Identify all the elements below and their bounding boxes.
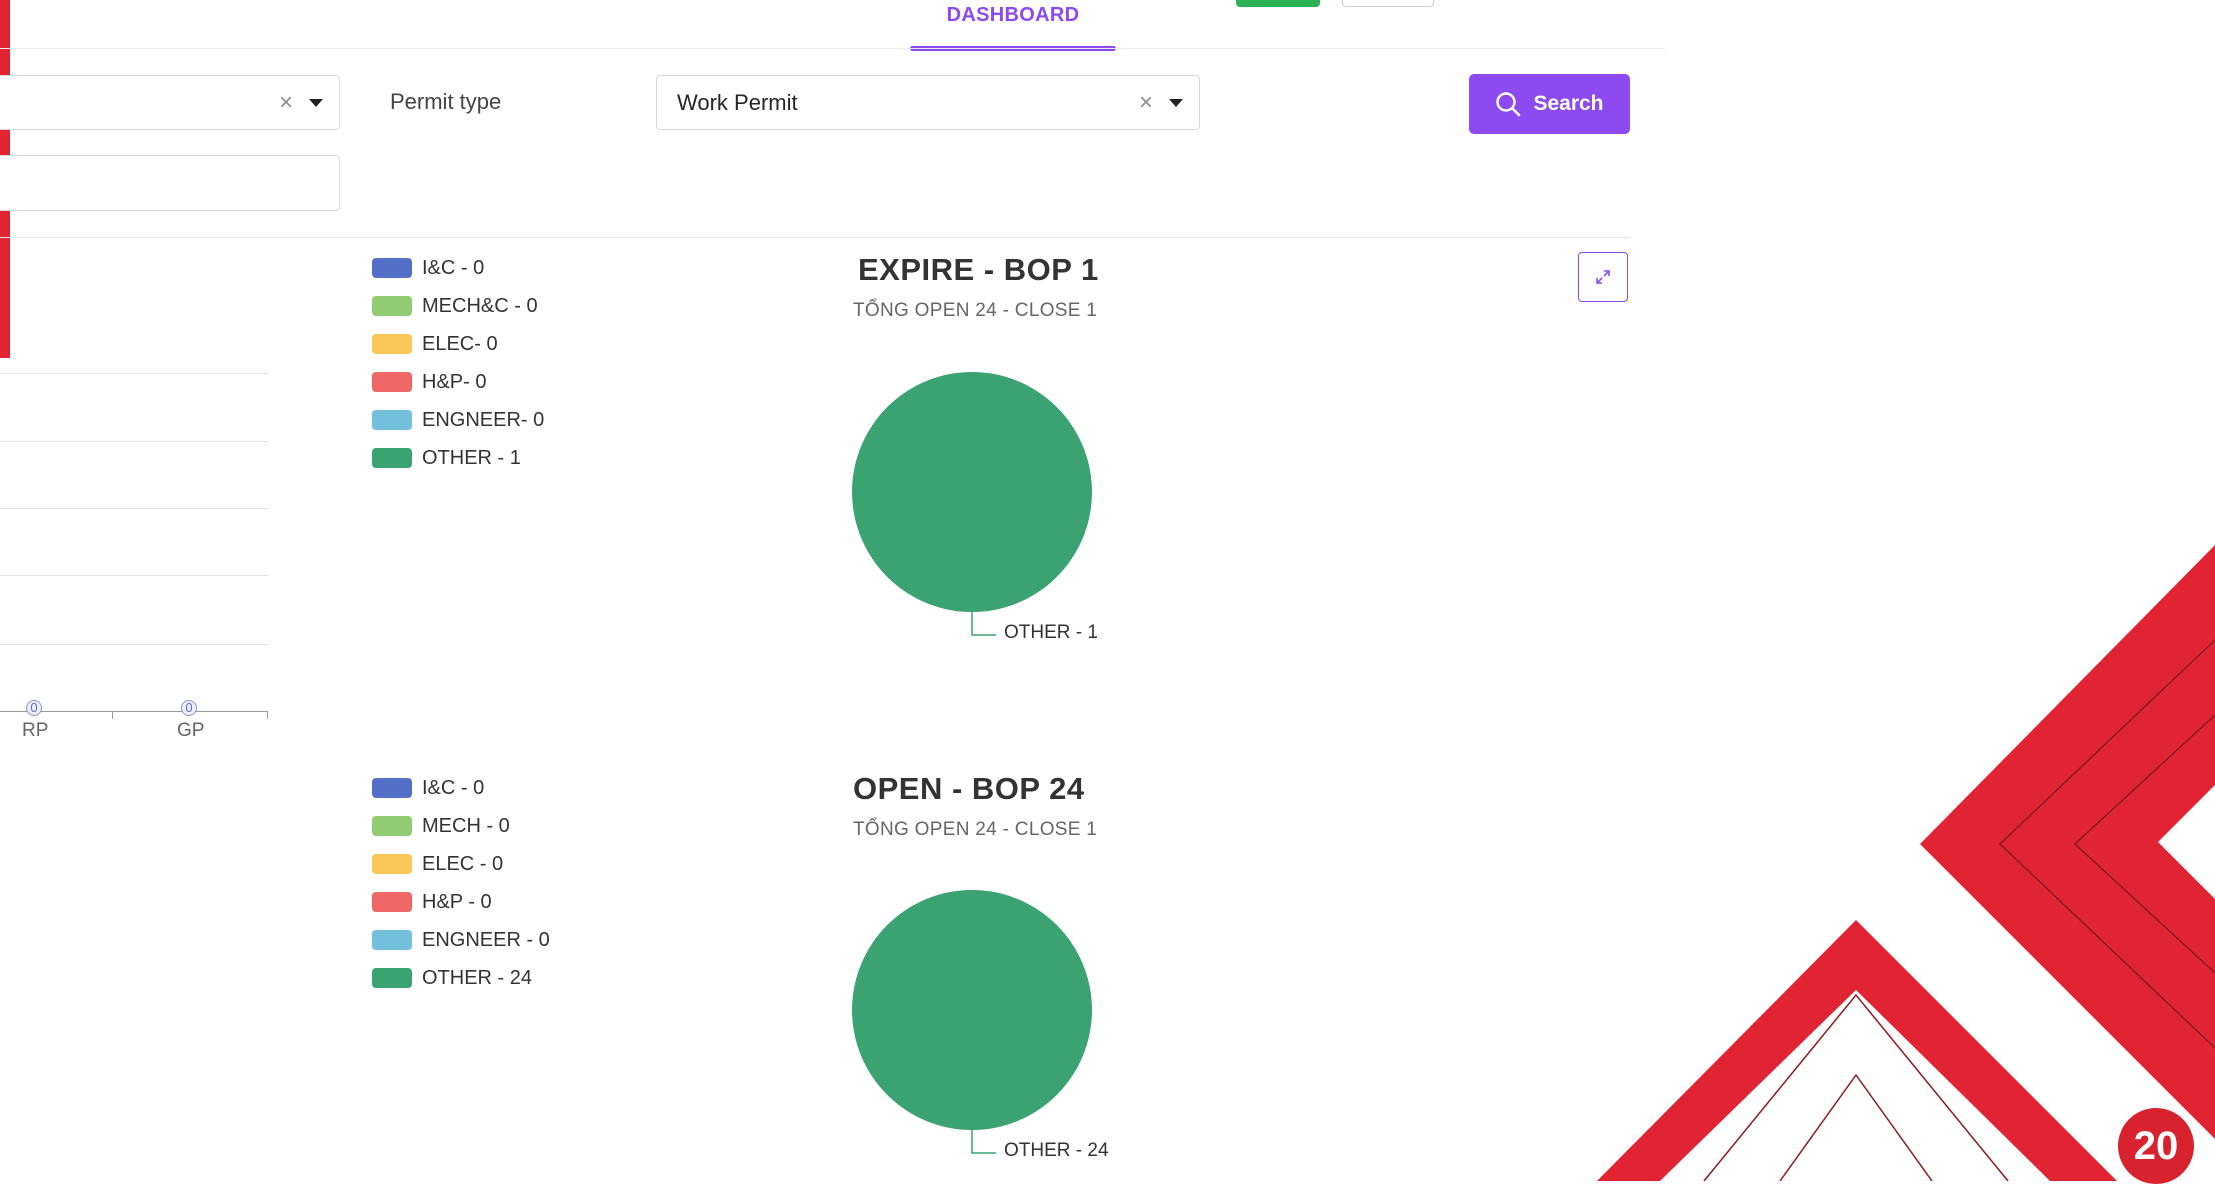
legend-label: I&C - 0	[422, 256, 485, 279]
legend-swatch	[372, 816, 412, 836]
axis-tick	[267, 711, 268, 719]
legend-label: H&P- 0	[422, 370, 487, 393]
open-chart-title: OPEN - BOP 24	[853, 771, 1085, 806]
permit-type-label: Permit type	[390, 89, 502, 114]
legend-item[interactable]: OTHER - 24	[372, 963, 550, 993]
expire-legend: I&C - 0 MECH&C - 0 ELEC- 0 H&P- 0 ENGNEE…	[372, 253, 544, 473]
legend-swatch	[372, 258, 412, 278]
legend-swatch	[372, 778, 412, 798]
legend-swatch	[372, 892, 412, 912]
left-filter-input[interactable]	[0, 155, 340, 211]
clear-icon[interactable]: ×	[279, 90, 293, 115]
legend-item[interactable]: MECH&C - 0	[372, 291, 544, 321]
grid-line	[0, 644, 268, 645]
data-label: 0	[181, 700, 197, 716]
chevron-down-icon[interactable]	[1169, 98, 1183, 107]
tab-dashboard[interactable]: DASHBOARD	[910, 4, 1116, 27]
chevron-notch	[1815, 1148, 1897, 1181]
open-legend: I&C - 0 MECH - 0 ELEC - 0 H&P - 0 ENGNEE…	[372, 773, 550, 993]
expire-chart-subtitle: TỔNG OPEN 24 - CLOSE 1	[853, 300, 1098, 321]
legend-swatch	[372, 854, 412, 874]
legend-label: ELEC- 0	[422, 332, 498, 355]
legend-label: I&C - 0	[422, 776, 485, 799]
legend-item[interactable]: OTHER - 1	[372, 443, 544, 473]
legend-swatch	[372, 930, 412, 950]
filter-divider	[0, 237, 1630, 238]
legend-item[interactable]: ENGNEER - 0	[372, 925, 550, 955]
axis-tick	[112, 711, 113, 719]
legend-label: ENGNEER- 0	[422, 408, 545, 431]
legend-item[interactable]: H&P- 0	[372, 367, 544, 397]
slice-label: OTHER - 24	[1004, 1140, 1109, 1161]
pie-slice-other[interactable]	[852, 890, 1092, 1130]
expand-icon	[1596, 270, 1610, 284]
expire-pie-chart	[852, 372, 1092, 636]
open-chart-subtitle: TỔNG OPEN 24 - CLOSE 1	[853, 819, 1098, 840]
top-secondary-button[interactable]	[1342, 0, 1434, 7]
legend-swatch	[372, 372, 412, 392]
data-label: 0	[26, 700, 42, 716]
legend-label: MECH - 0	[422, 814, 510, 837]
slice-leader-line	[971, 612, 996, 636]
legend-label: OTHER - 1	[422, 446, 521, 469]
grid-line	[0, 508, 268, 509]
legend-label: ENGNEER - 0	[422, 928, 550, 951]
legend-item[interactable]: I&C - 0	[372, 253, 544, 283]
legend-label: OTHER - 24	[422, 966, 533, 989]
clear-icon[interactable]: ×	[1139, 90, 1153, 115]
grid-line	[0, 575, 268, 576]
legend-swatch	[372, 448, 412, 468]
expand-button[interactable]	[1578, 252, 1628, 302]
legend-label: ELEC - 0	[422, 852, 504, 875]
pie-slice-other[interactable]	[852, 372, 1092, 612]
slice-leader-line	[971, 1130, 996, 1154]
tick-label-gp: GP	[177, 720, 205, 741]
slice-label: OTHER - 1	[1004, 622, 1098, 643]
chevron-down-icon[interactable]	[309, 98, 323, 107]
left-filter-select[interactable]: ×	[0, 75, 340, 130]
legend-swatch	[372, 968, 412, 988]
legend-item[interactable]: I&C - 0	[372, 773, 550, 803]
legend-item[interactable]: ELEC - 0	[372, 849, 550, 879]
legend-item[interactable]: ELEC- 0	[372, 329, 544, 359]
legend-item[interactable]: H&P - 0	[372, 887, 550, 917]
grid-line	[0, 373, 268, 374]
permit-type-value: Work Permit	[677, 89, 798, 115]
legend-item[interactable]: MECH - 0	[372, 811, 550, 841]
search-button[interactable]: Search	[1469, 74, 1630, 134]
page-number-badge: 20	[2118, 1108, 2194, 1184]
nav-divider	[0, 48, 1665, 49]
search-icon	[1496, 92, 1521, 117]
search-button-label: Search	[1533, 92, 1604, 115]
legend-swatch	[372, 334, 412, 354]
permit-type-select[interactable]: Work Permit ×	[656, 75, 1200, 130]
legend-swatch	[372, 296, 412, 316]
grid-line	[0, 441, 268, 442]
legend-label: MECH&C - 0	[422, 294, 538, 317]
legend-swatch	[372, 410, 412, 430]
open-pie-chart	[852, 890, 1092, 1154]
top-action-button[interactable]	[1236, 0, 1320, 7]
expire-chart-title: EXPIRE - BOP 1	[858, 252, 1099, 287]
tick-label-rp: RP	[22, 720, 49, 741]
legend-label: H&P - 0	[422, 890, 492, 913]
legend-item[interactable]: ENGNEER- 0	[372, 405, 544, 435]
